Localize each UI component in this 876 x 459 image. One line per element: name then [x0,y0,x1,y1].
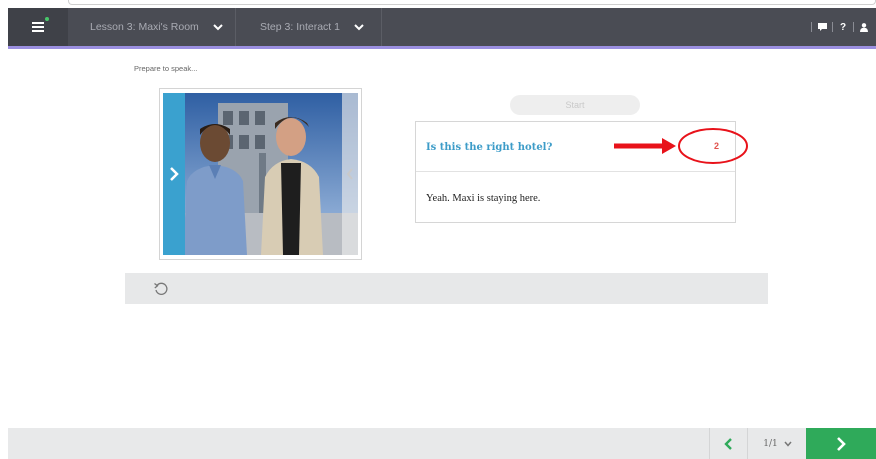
lesson-page: Lesson 3: Maxi's Room Step 3: Interact 1… [0,0,876,459]
dialog-card: Is this the right hotel? 2 Yeah. Maxi is… [415,121,736,223]
step-label: Step 3: Interact 1 [260,21,340,33]
chevron-right-icon [837,436,846,451]
previous-page-button[interactable] [709,428,747,459]
divider [811,22,812,32]
chat-icon[interactable] [816,20,828,34]
audio-control-bar [125,273,768,304]
notification-dot [45,17,49,21]
page-selector[interactable]: 1/1 [747,428,807,459]
annotation-overlay [614,128,748,164]
answer-text: Yeah. Maxi is staying here. [426,193,541,204]
lesson-label: Lesson 3: Maxi's Room [90,21,199,33]
scene-illustration [163,93,358,255]
help-icon[interactable]: ? [837,20,849,34]
prompt-text: Prepare to speak... [134,64,198,73]
address-bar[interactable] [68,0,876,5]
next-page-button[interactable] [806,428,876,459]
menu-icon [32,22,44,32]
top-navigation-bar: Lesson 3: Maxi's Room Step 3: Interact 1… [8,8,876,46]
question-row[interactable]: Is this the right hotel? 2 [416,122,735,172]
chevron-left-icon [723,437,732,450]
chevron-left-icon [346,168,353,180]
chevron-down-icon [354,22,364,32]
photo-prev-tab[interactable] [163,93,185,255]
topbar-accent-line [8,46,876,49]
question-text: Is this the right hotel? [426,142,553,153]
replay-icon [154,282,168,295]
divider [853,22,854,32]
chevron-down-icon [784,441,792,447]
scene-photo [163,93,358,255]
user-icon[interactable] [858,20,870,34]
menu-button[interactable] [8,8,68,46]
top-right-tools: ? [811,8,870,46]
question-number: 2 [714,141,720,151]
photo-card [159,88,362,260]
page-indicator: 1/1 [763,438,778,449]
divider [832,22,833,32]
lesson-selector[interactable]: Lesson 3: Maxi's Room [68,8,236,46]
step-selector[interactable]: Step 3: Interact 1 [236,8,382,46]
start-button[interactable]: Start [510,95,640,115]
photo-next-tab[interactable] [342,93,358,255]
chevron-right-icon [170,167,179,181]
replay-button[interactable] [152,280,170,298]
chevron-down-icon [213,22,223,32]
footer-bar: 1/1 [8,428,876,459]
browser-strip [0,0,876,8]
